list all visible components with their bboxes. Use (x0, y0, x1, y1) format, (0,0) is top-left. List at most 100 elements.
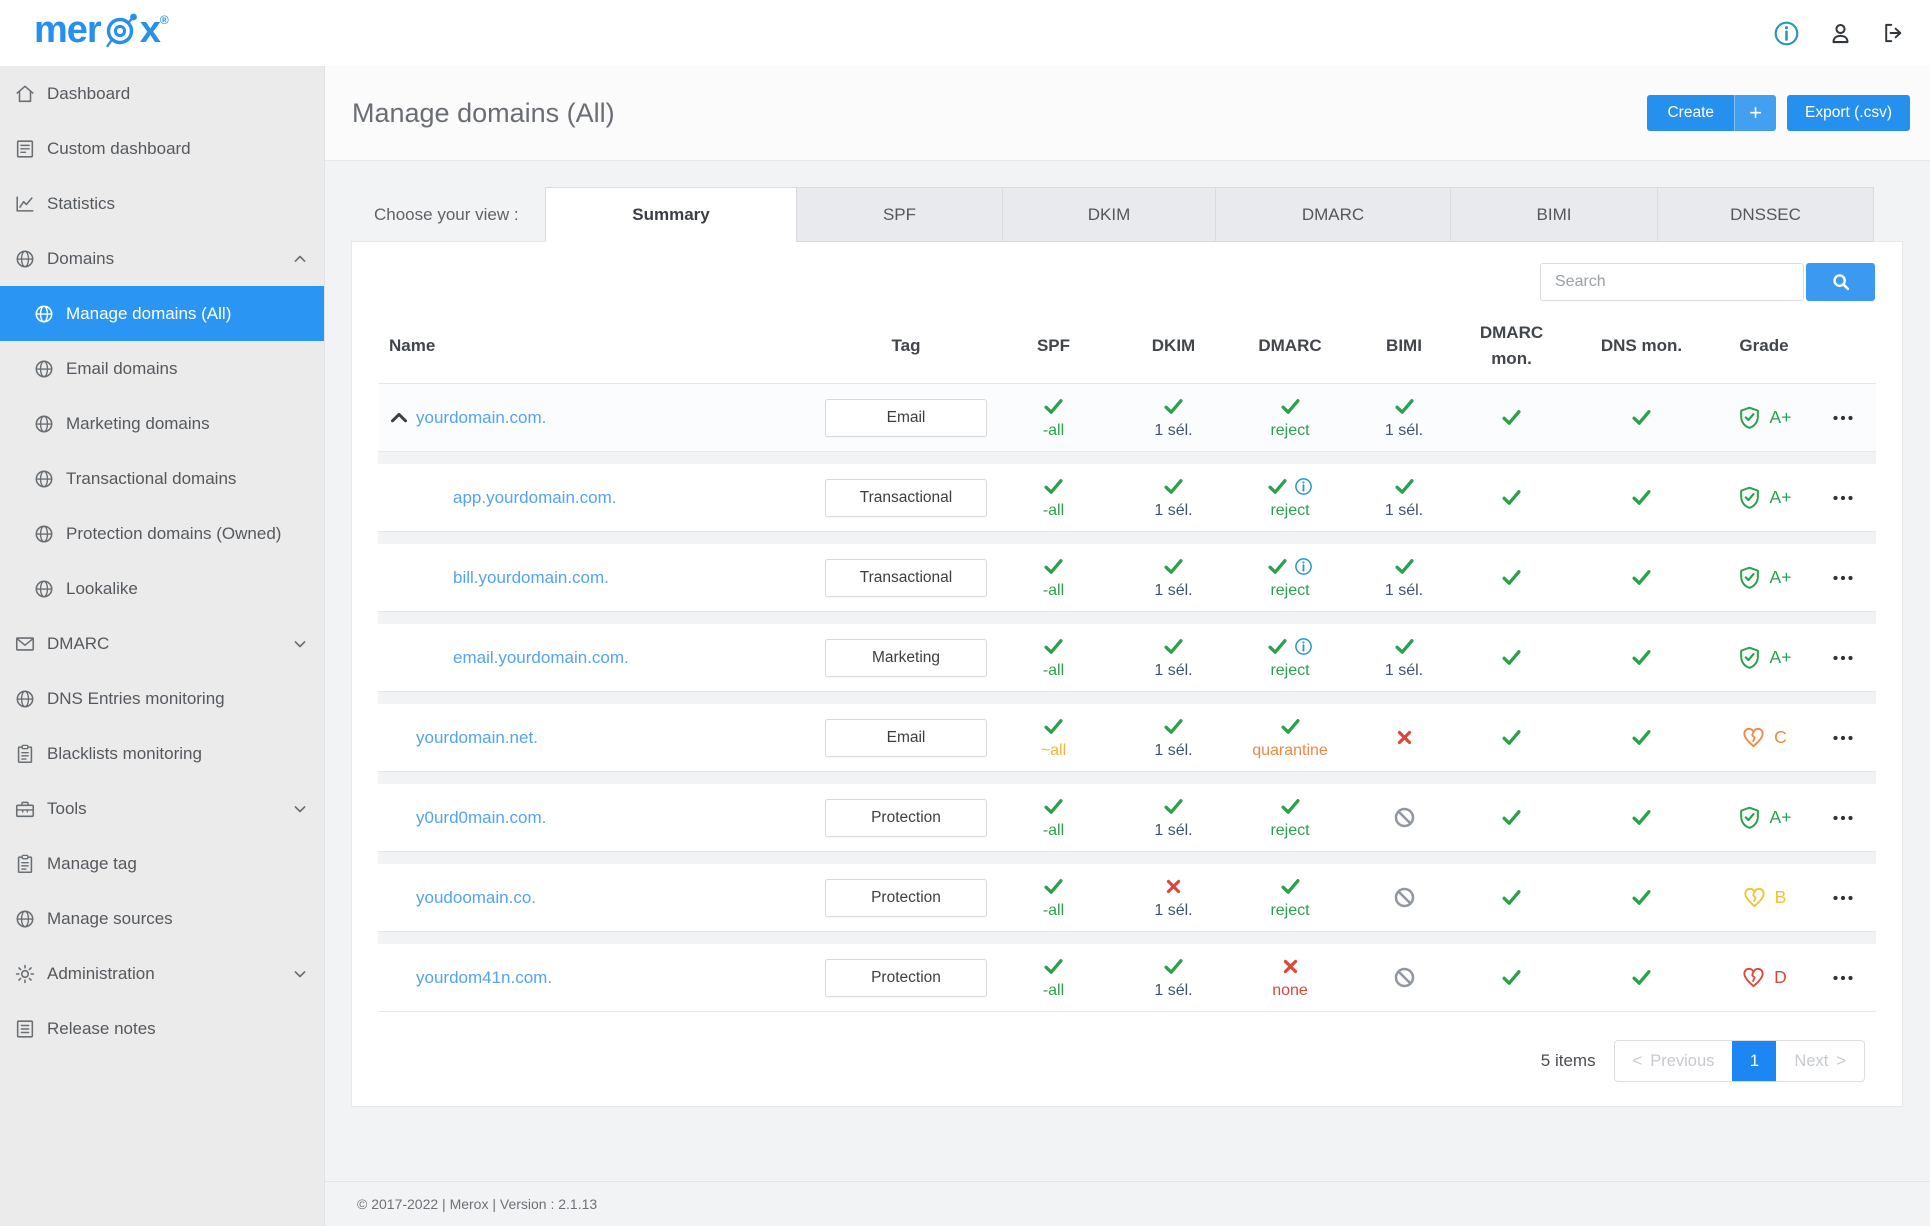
sidebar-item-dns-entries-monitoring[interactable]: DNS Entries monitoring (0, 671, 324, 726)
brand-registered-mark: ® (159, 13, 169, 27)
merox-logo[interactable]: mer x ® (34, 11, 169, 55)
tag-badge[interactable]: Protection (825, 958, 987, 997)
tab-label: DKIM (1087, 204, 1131, 224)
tab-dmarc[interactable]: DMARC (1215, 187, 1451, 242)
dns-monitoring-status (1564, 567, 1719, 589)
sidebar-item-dmarc[interactable]: DMARC (0, 616, 324, 671)
sidebar-item-tools[interactable]: Tools (0, 781, 324, 836)
grade-letter: D (1774, 967, 1787, 987)
sidebar-item-lookalike[interactable]: Lookalike (0, 561, 324, 616)
sidebar-item-email-domains[interactable]: Email domains (0, 341, 324, 396)
tag-badge[interactable]: Marketing (825, 638, 987, 677)
domain-row: email.yourdomain.com. Marketing -all 1 sél.… (378, 624, 1876, 692)
dkim-status: 1 sél. (1116, 956, 1231, 1000)
sidebar-item-protection-domains-owned[interactable]: Protection domains (Owned) (0, 506, 324, 561)
domains-card: Name Tag SPF DKIM DMARC BIMI DMARC mon. DNS mon… (351, 241, 1903, 1107)
tag-badge[interactable]: Protection (825, 798, 987, 837)
row-actions-button[interactable] (1809, 886, 1876, 910)
broken-heart-icon (1741, 965, 1766, 990)
sidebar-item-transactional-domains[interactable]: Transactional domains (0, 451, 324, 506)
check-icon (1043, 556, 1064, 577)
spf-status: -all (991, 476, 1116, 520)
tag-badge[interactable]: Protection (825, 878, 987, 917)
chevron-down-icon (290, 964, 310, 984)
row-actions-button[interactable] (1809, 806, 1876, 830)
sidebar-item-label: Protection domains (Owned) (66, 523, 282, 543)
tab-summary[interactable]: Summary (545, 187, 797, 242)
sidebar-item-manage-tag[interactable]: Manage tag (0, 836, 324, 891)
sidebar-item-dashboard[interactable]: Dashboard (0, 66, 324, 121)
tag-badge[interactable]: Email (825, 398, 987, 437)
ellipsis-icon (1831, 726, 1855, 750)
row-actions-button[interactable] (1809, 406, 1876, 430)
domain-link[interactable]: youdoomain.co. (416, 888, 536, 908)
check-icon (1394, 476, 1415, 497)
sidebar-item-label: Administration (47, 963, 155, 983)
create-button[interactable]: Create + (1647, 95, 1777, 131)
domain-link[interactable]: app.yourdomain.com. (453, 488, 616, 508)
row-actions-button[interactable] (1809, 966, 1876, 990)
row-actions-button[interactable] (1809, 726, 1876, 750)
sidebar-item-administration[interactable]: Administration (0, 946, 324, 1001)
sidebar-item-custom-dashboard[interactable]: Custom dashboard (0, 121, 324, 176)
domain-link[interactable]: yourdomain.com. (416, 408, 546, 428)
tag-cell: Email (821, 398, 991, 437)
logout-icon[interactable] (1880, 19, 1908, 47)
export-csv-button[interactable]: Export (.csv) (1787, 95, 1910, 131)
status-value: reject (1270, 661, 1310, 679)
row-actions-button[interactable] (1809, 646, 1876, 670)
check-icon (1043, 796, 1064, 817)
domain-name-cell: yourdom41n.com. (378, 968, 821, 988)
previous-page-button[interactable]: < Previous (1615, 1041, 1733, 1081)
tab-spf[interactable]: SPF (796, 187, 1003, 242)
info-icon[interactable] (1772, 19, 1800, 47)
domain-link[interactable]: email.yourdomain.com. (453, 648, 629, 668)
sidebar-item-manage-sources[interactable]: Manage sources (0, 891, 324, 946)
next-page-button[interactable]: Next > (1776, 1041, 1864, 1081)
domain-link[interactable]: yourdom41n.com. (416, 968, 552, 988)
dns-monitoring-status (1564, 887, 1719, 909)
sidebar-item-label: Lookalike (66, 578, 138, 598)
sidebar-item-marketing-domains[interactable]: Marketing domains (0, 396, 324, 451)
pager: < Previous 1 Next > (1613, 1040, 1865, 1082)
ellipsis-icon (1831, 886, 1855, 910)
dmarc-status: reject (1231, 476, 1349, 520)
dkim-status: 1 sél. (1116, 556, 1231, 600)
dns-monitoring-status (1564, 647, 1719, 669)
collapse-chevron-icon[interactable] (387, 406, 411, 430)
check-icon (1280, 396, 1301, 417)
info-icon[interactable] (1294, 477, 1313, 496)
sidebar-item-statistics[interactable]: Statistics (0, 176, 324, 231)
cross-icon (1394, 727, 1415, 748)
sidebar-item-domains[interactable]: Domains (0, 231, 324, 286)
search-button[interactable] (1806, 263, 1875, 301)
sidebar-item-manage-domains-all[interactable]: Manage domains (All) (0, 286, 324, 341)
user-icon[interactable] (1826, 19, 1854, 47)
check-icon (1163, 636, 1184, 657)
domain-link[interactable]: yourdomain.net. (416, 728, 538, 748)
tag-badge[interactable]: Transactional (825, 558, 987, 597)
bimi-status: 1 sél. (1349, 476, 1459, 520)
info-icon[interactable] (1294, 637, 1313, 656)
row-actions-button[interactable] (1809, 566, 1876, 590)
search-input[interactable] (1540, 263, 1804, 301)
tag-badge[interactable]: Email (825, 718, 987, 757)
current-page-button[interactable]: 1 (1732, 1041, 1777, 1081)
column-header-spf: SPF (1036, 336, 1071, 355)
info-icon[interactable] (1294, 557, 1313, 576)
cross-icon (1280, 956, 1301, 977)
tab-label: DNSSEC (1730, 204, 1801, 224)
domain-link[interactable]: bill.yourdomain.com. (453, 568, 609, 588)
tab-dkim[interactable]: DKIM (1002, 187, 1216, 242)
sidebar-item-label: DNS Entries monitoring (47, 688, 225, 708)
domain-link[interactable]: y0urd0main.com. (416, 808, 546, 828)
sidebar-item-blacklists-monitoring[interactable]: Blacklists monitoring (0, 726, 324, 781)
tab-bimi[interactable]: BIMI (1450, 187, 1658, 242)
status-value: quarantine (1252, 741, 1328, 759)
tab-dnssec[interactable]: DNSSEC (1657, 187, 1874, 242)
sidebar-item-release-notes[interactable]: Release notes (0, 1001, 324, 1056)
tag-badge[interactable]: Transactional (825, 478, 987, 517)
row-actions-button[interactable] (1809, 486, 1876, 510)
tag-cell: Marketing (821, 638, 991, 677)
status-value: 1 sél. (1384, 661, 1424, 679)
